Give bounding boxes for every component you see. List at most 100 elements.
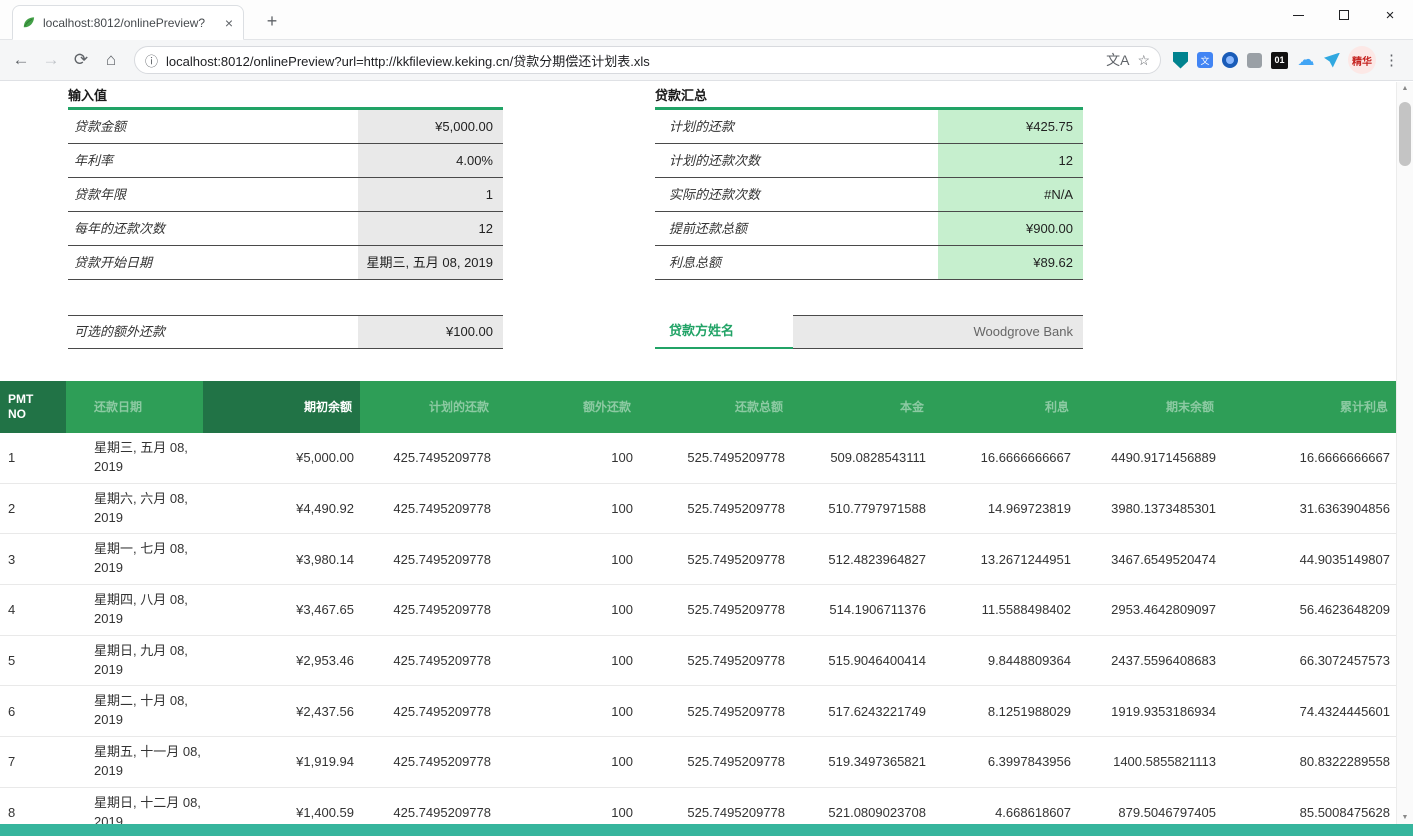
cell[interactable]: 1400.5855821113 <box>1077 748 1222 775</box>
cell[interactable]: 4 <box>0 596 66 623</box>
cell[interactable]: 100 <box>497 647 639 674</box>
cell[interactable]: 31.6363904856 <box>1222 495 1396 522</box>
cell[interactable]: 星期五, 十一月 08, 2019 <box>66 737 203 787</box>
cell[interactable]: 2437.5596408683 <box>1077 647 1222 674</box>
generic-extension-icon[interactable] <box>1247 53 1262 68</box>
cell[interactable]: 525.7495209778 <box>639 495 791 522</box>
cell[interactable]: 44.9035149807 <box>1222 546 1396 573</box>
cell[interactable]: 525.7495209778 <box>639 444 791 471</box>
scrollbar-thumb[interactable] <box>1399 102 1411 166</box>
cell[interactable]: 9.8448809364 <box>932 647 1077 674</box>
translate-page-icon[interactable]: 文A <box>1106 50 1129 70</box>
cell[interactable]: 425.7495209778 <box>360 596 497 623</box>
cell[interactable]: 56.4623648209 <box>1222 596 1396 623</box>
row-value[interactable]: 12 <box>938 144 1083 177</box>
cell[interactable]: 517.6243221749 <box>791 698 932 725</box>
cell[interactable]: 519.3497365821 <box>791 748 932 775</box>
cell[interactable]: 425.7495209778 <box>360 748 497 775</box>
cell[interactable]: ¥3,980.14 <box>203 546 360 573</box>
cell[interactable]: 3 <box>0 546 66 573</box>
profile-avatar[interactable]: 精华 <box>1348 46 1376 74</box>
cell[interactable]: 7 <box>0 748 66 775</box>
cell[interactable]: 100 <box>497 495 639 522</box>
cell[interactable]: 13.2671244951 <box>932 546 1077 573</box>
cell[interactable]: 74.4324445601 <box>1222 698 1396 725</box>
cell[interactable]: 521.0809023708 <box>791 799 932 824</box>
minimize-button[interactable] <box>1275 0 1321 30</box>
cell[interactable]: 3467.6549520474 <box>1077 546 1222 573</box>
cell[interactable]: 100 <box>497 698 639 725</box>
cell[interactable]: 100 <box>497 444 639 471</box>
cell[interactable]: 509.0828543111 <box>791 444 932 471</box>
cloud-extension-icon[interactable]: ☁ <box>1297 51 1315 69</box>
address-bar[interactable]: ⓘ localhost:8012/onlinePreview?url=http:… <box>134 46 1161 74</box>
cell[interactable]: ¥2,437.56 <box>203 698 360 725</box>
cell[interactable]: ¥1,400.59 <box>203 799 360 824</box>
browser-circle-extension-icon[interactable] <box>1222 52 1238 68</box>
row-value[interactable]: ¥425.75 <box>938 110 1083 143</box>
row-value[interactable]: ¥89.62 <box>938 246 1083 279</box>
cell[interactable]: 515.9046400414 <box>791 647 932 674</box>
cell[interactable]: 星期四, 八月 08, 2019 <box>66 585 203 635</box>
cell[interactable]: 4490.9171456889 <box>1077 444 1222 471</box>
cell[interactable]: 14.969723819 <box>932 495 1077 522</box>
close-button[interactable]: × <box>1367 0 1413 30</box>
cell[interactable]: 11.5588498402 <box>932 596 1077 623</box>
cell[interactable]: 星期一, 七月 08, 2019 <box>66 534 203 584</box>
cell[interactable]: 100 <box>497 799 639 824</box>
cell[interactable]: 4.668618607 <box>932 799 1077 824</box>
scroll-up-icon[interactable]: ▲ <box>1397 85 1413 92</box>
translate-extension-icon[interactable]: 文 <box>1197 52 1213 68</box>
row-value[interactable]: 1 <box>358 178 503 211</box>
bookmark-star-icon[interactable]: ☆ <box>1137 52 1150 69</box>
cell[interactable]: 514.1906711376 <box>791 596 932 623</box>
cell[interactable]: 525.7495209778 <box>639 799 791 824</box>
vertical-scrollbar[interactable]: ▲ ▼ <box>1396 82 1413 824</box>
cell[interactable]: 879.5046797405 <box>1077 799 1222 824</box>
row-value[interactable]: #N/A <box>938 178 1083 211</box>
cell[interactable]: 6.3997843956 <box>932 748 1077 775</box>
cell[interactable]: 8 <box>0 799 66 824</box>
cell[interactable]: 16.6666666667 <box>932 444 1077 471</box>
cell[interactable]: 8.1251988029 <box>932 698 1077 725</box>
cell[interactable]: 512.4823964827 <box>791 546 932 573</box>
cell[interactable]: 525.7495209778 <box>639 748 791 775</box>
cell[interactable]: ¥4,490.92 <box>203 495 360 522</box>
reload-button[interactable]: ⟳ <box>66 45 96 75</box>
cell[interactable]: 425.7495209778 <box>360 647 497 674</box>
cell[interactable]: 星期六, 六月 08, 2019 <box>66 484 203 534</box>
row-value[interactable]: ¥100.00 <box>358 316 503 348</box>
cell[interactable]: 525.7495209778 <box>639 546 791 573</box>
cell[interactable]: 525.7495209778 <box>639 698 791 725</box>
cell[interactable]: 星期日, 十二月 08, 2019 <box>66 788 203 824</box>
page-info-icon[interactable]: ⓘ <box>145 51 158 70</box>
tab-close-icon[interactable]: × <box>223 15 235 31</box>
cell[interactable]: 525.7495209778 <box>639 596 791 623</box>
cell[interactable]: 425.7495209778 <box>360 546 497 573</box>
cell[interactable]: ¥1,919.94 <box>203 748 360 775</box>
badge-extension-icon[interactable]: 01 <box>1271 52 1288 69</box>
row-value[interactable]: 星期三, 五月 08, 2019 <box>358 246 503 279</box>
lender-value[interactable]: Woodgrove Bank <box>793 315 1083 349</box>
cell[interactable]: 星期二, 十月 08, 2019 <box>66 686 203 736</box>
cell[interactable]: 85.5008475628 <box>1222 799 1396 824</box>
maximize-button[interactable] <box>1321 0 1367 30</box>
cell[interactable]: 星期日, 九月 08, 2019 <box>66 636 203 686</box>
cell[interactable]: 1919.9353186934 <box>1077 698 1222 725</box>
row-value[interactable]: ¥5,000.00 <box>358 110 503 143</box>
scroll-down-icon[interactable]: ▼ <box>1397 814 1413 821</box>
bird-extension-icon[interactable] <box>1324 53 1340 68</box>
cell[interactable]: 525.7495209778 <box>639 647 791 674</box>
forward-button[interactable]: → <box>36 45 66 75</box>
cell[interactable]: 6 <box>0 698 66 725</box>
cell[interactable]: 425.7495209778 <box>360 444 497 471</box>
back-button[interactable]: ← <box>6 45 36 75</box>
cell[interactable]: 425.7495209778 <box>360 799 497 824</box>
new-tab-button[interactable]: + <box>258 7 286 35</box>
cell[interactable]: 2953.4642809097 <box>1077 596 1222 623</box>
cell[interactable]: 425.7495209778 <box>360 698 497 725</box>
browser-menu-icon[interactable]: ⋮ <box>1380 51 1407 69</box>
row-value[interactable]: ¥900.00 <box>938 212 1083 245</box>
home-button[interactable]: ⌂ <box>96 45 126 75</box>
url-text[interactable]: localhost:8012/onlinePreview?url=http://… <box>166 51 1098 70</box>
